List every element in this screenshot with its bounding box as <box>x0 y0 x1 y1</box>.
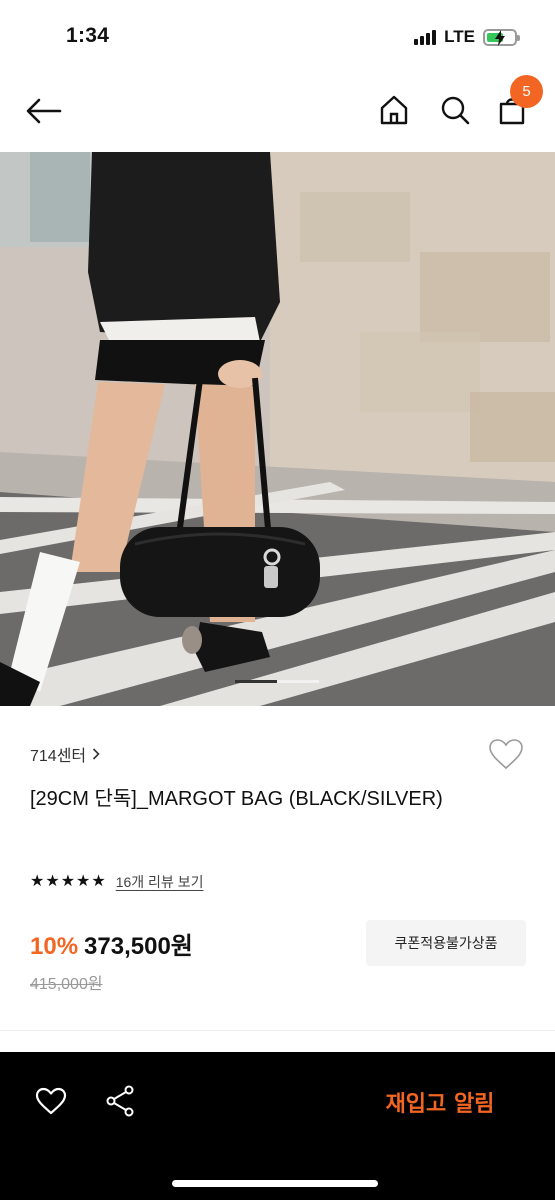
back-button[interactable] <box>24 94 64 128</box>
star-icon: ★ <box>91 873 106 890</box>
home-button[interactable] <box>376 92 412 128</box>
star-icon: ★ <box>30 873 45 890</box>
star-icon: ★ <box>60 873 76 890</box>
original-price: 415,000원 <box>30 976 103 993</box>
price-row: 10% 373,500원 <box>30 926 193 961</box>
coupon-status-chip: 쿠폰적용불가상품 <box>366 920 526 966</box>
cart-count-badge: 5 <box>510 75 543 108</box>
star-icon: ★ <box>76 873 91 890</box>
pager-dot <box>277 680 319 683</box>
search-button[interactable] <box>437 92 473 128</box>
battery-icon <box>483 28 520 46</box>
status-bar: 1:34 LTE <box>0 0 555 70</box>
brand-link[interactable]: 714센터 <box>30 742 100 766</box>
home-icon <box>380 95 408 125</box>
review-link[interactable]: 16개 리뷰 보기 <box>116 872 204 892</box>
rating-row: ★ ★ ★ ★ ★ 16개 리뷰 보기 <box>30 872 203 892</box>
product-title: [29CM 단독]_MARGOT BAG (BLACK/SILVER) <box>30 788 443 810</box>
restock-alert-button[interactable]: 재입고 알림 <box>340 1072 540 1132</box>
section-divider <box>0 1030 555 1031</box>
pager-dot-active <box>235 680 277 683</box>
network-label: LTE <box>444 27 475 46</box>
discount-rate: 10% <box>30 933 79 960</box>
chevron-right-icon <box>93 748 100 760</box>
wishlist-bottom-button[interactable] <box>34 1085 68 1117</box>
heart-icon <box>35 1087 67 1115</box>
wishlist-button[interactable] <box>487 736 525 772</box>
top-nav <box>0 70 555 152</box>
rating-stars: ★ ★ ★ ★ ★ <box>30 874 106 890</box>
sale-price: 373,500원 <box>84 933 193 960</box>
carousel-pager <box>235 680 319 683</box>
product-image-carousel[interactable] <box>0 152 555 706</box>
heart-outline-icon <box>489 739 523 770</box>
share-icon <box>106 1085 134 1117</box>
arrow-left-icon <box>26 98 62 124</box>
star-icon: ★ <box>45 873 60 890</box>
search-icon <box>441 96 470 125</box>
signal-icon <box>414 29 437 45</box>
status-indicators: LTE <box>414 27 520 47</box>
bottom-action-bar: 재입고 알림 <box>0 1052 555 1200</box>
status-time: 1:34 <box>66 24 110 47</box>
product-photo <box>0 152 555 706</box>
share-button[interactable] <box>104 1084 136 1118</box>
brand-name: 714센터 <box>30 748 87 765</box>
home-indicator <box>172 1180 378 1187</box>
